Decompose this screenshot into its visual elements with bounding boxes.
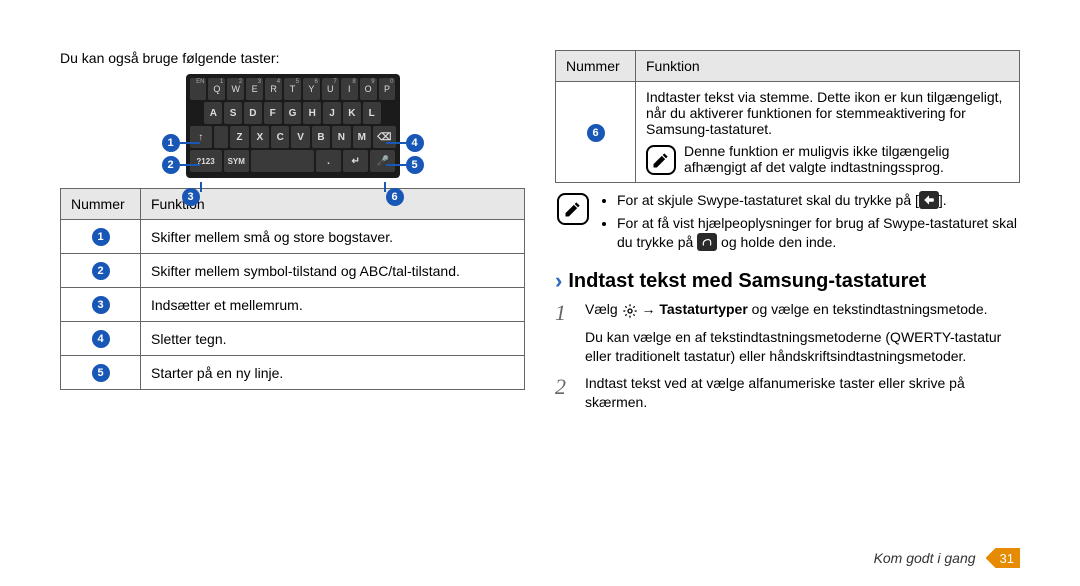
section-header: › Indtast tekst med Samsung-tastaturet: [555, 268, 1020, 294]
col-nummer: Nummer: [61, 189, 141, 220]
kb-space-key: [251, 150, 314, 172]
row6-note: Denne funktion er muligvis ikke tilgænge…: [684, 143, 1009, 175]
col-funktion-r: Funktion: [636, 51, 1020, 82]
section-title: Indtast tekst med Samsung-tastaturet: [568, 270, 926, 293]
step-1-sub: Du kan vælge en af tekstindtastningsmeto…: [585, 328, 1020, 366]
left-function-table: Nummer Funktion 1 Skifter mellem små og …: [60, 188, 525, 390]
col-nummer-r: Nummer: [556, 51, 636, 82]
annotation-5: 5: [406, 156, 424, 174]
row6-main: Indtaster tekst via stemme. Dette ikon e…: [646, 89, 1002, 137]
kb-mic-key: 🎤: [370, 150, 395, 172]
tip-1: For at skjule Swype-tastaturet skal du t…: [617, 191, 1020, 210]
table-row: 3 Indsætter et mellemrum.: [61, 288, 525, 322]
annotation-1: 1: [162, 134, 180, 152]
kb-enter-key: ↵: [343, 150, 368, 172]
annotation-6: 6: [386, 188, 404, 206]
note-icon: [646, 145, 676, 175]
left-intro: Du kan også bruge følgende taster:: [60, 50, 525, 66]
kb-sym-key: SYM: [224, 150, 249, 172]
gear-icon: [622, 303, 638, 319]
footer-section: Kom godt i gang: [874, 550, 976, 566]
keyboard-illustration: EN Q1 W2 E3 R4 T5 Y6 U7 I8 O9 P0: [60, 74, 525, 178]
step-2: 2 Indtast tekst ved at vælge alfanumeris…: [555, 374, 1020, 412]
table-row: 5 Starter på en ny linje.: [61, 356, 525, 390]
annotation-3: 3: [182, 188, 200, 206]
annotation-4: 4: [406, 134, 424, 152]
num-circle-6: 6: [587, 124, 605, 142]
annotation-2: 2: [162, 156, 180, 174]
swype-key-icon: [697, 233, 717, 251]
table-row: 4 Sletter tegn.: [61, 322, 525, 356]
tips-block: For at skjule Swype-tastaturet skal du t…: [557, 191, 1020, 256]
kb-shift-key: ↑: [190, 126, 213, 148]
num-circle-2: 2: [92, 262, 110, 280]
num-circle-4: 4: [92, 330, 110, 348]
kb-abc-key: ?123: [190, 150, 222, 172]
tip-2: For at få vist hjælpeoplysninger for bru…: [617, 214, 1020, 252]
num-circle-5: 5: [92, 364, 110, 382]
chevron-right-icon: ›: [555, 268, 562, 294]
back-key-icon: [919, 191, 939, 209]
table-row: 6 Indtaster tekst via stemme. Dette ikon…: [556, 82, 1020, 183]
kb-backspace-key: ⌫: [373, 126, 396, 148]
right-function-table: Nummer Funktion 6 Indtaster tekst via st…: [555, 50, 1020, 183]
page-number-badge: 31: [986, 548, 1020, 568]
page-footer: Kom godt i gang 31: [874, 548, 1020, 568]
step-1: 1 Vælg → Tastaturtyper og vælge en tekst…: [555, 300, 1020, 324]
num-circle-1: 1: [92, 228, 110, 246]
table-row: 1 Skifter mellem små og store bogstaver.: [61, 220, 525, 254]
note-icon: [557, 193, 589, 225]
table-row: 2 Skifter mellem symbol-tilstand og ABC/…: [61, 254, 525, 288]
num-circle-3: 3: [92, 296, 110, 314]
